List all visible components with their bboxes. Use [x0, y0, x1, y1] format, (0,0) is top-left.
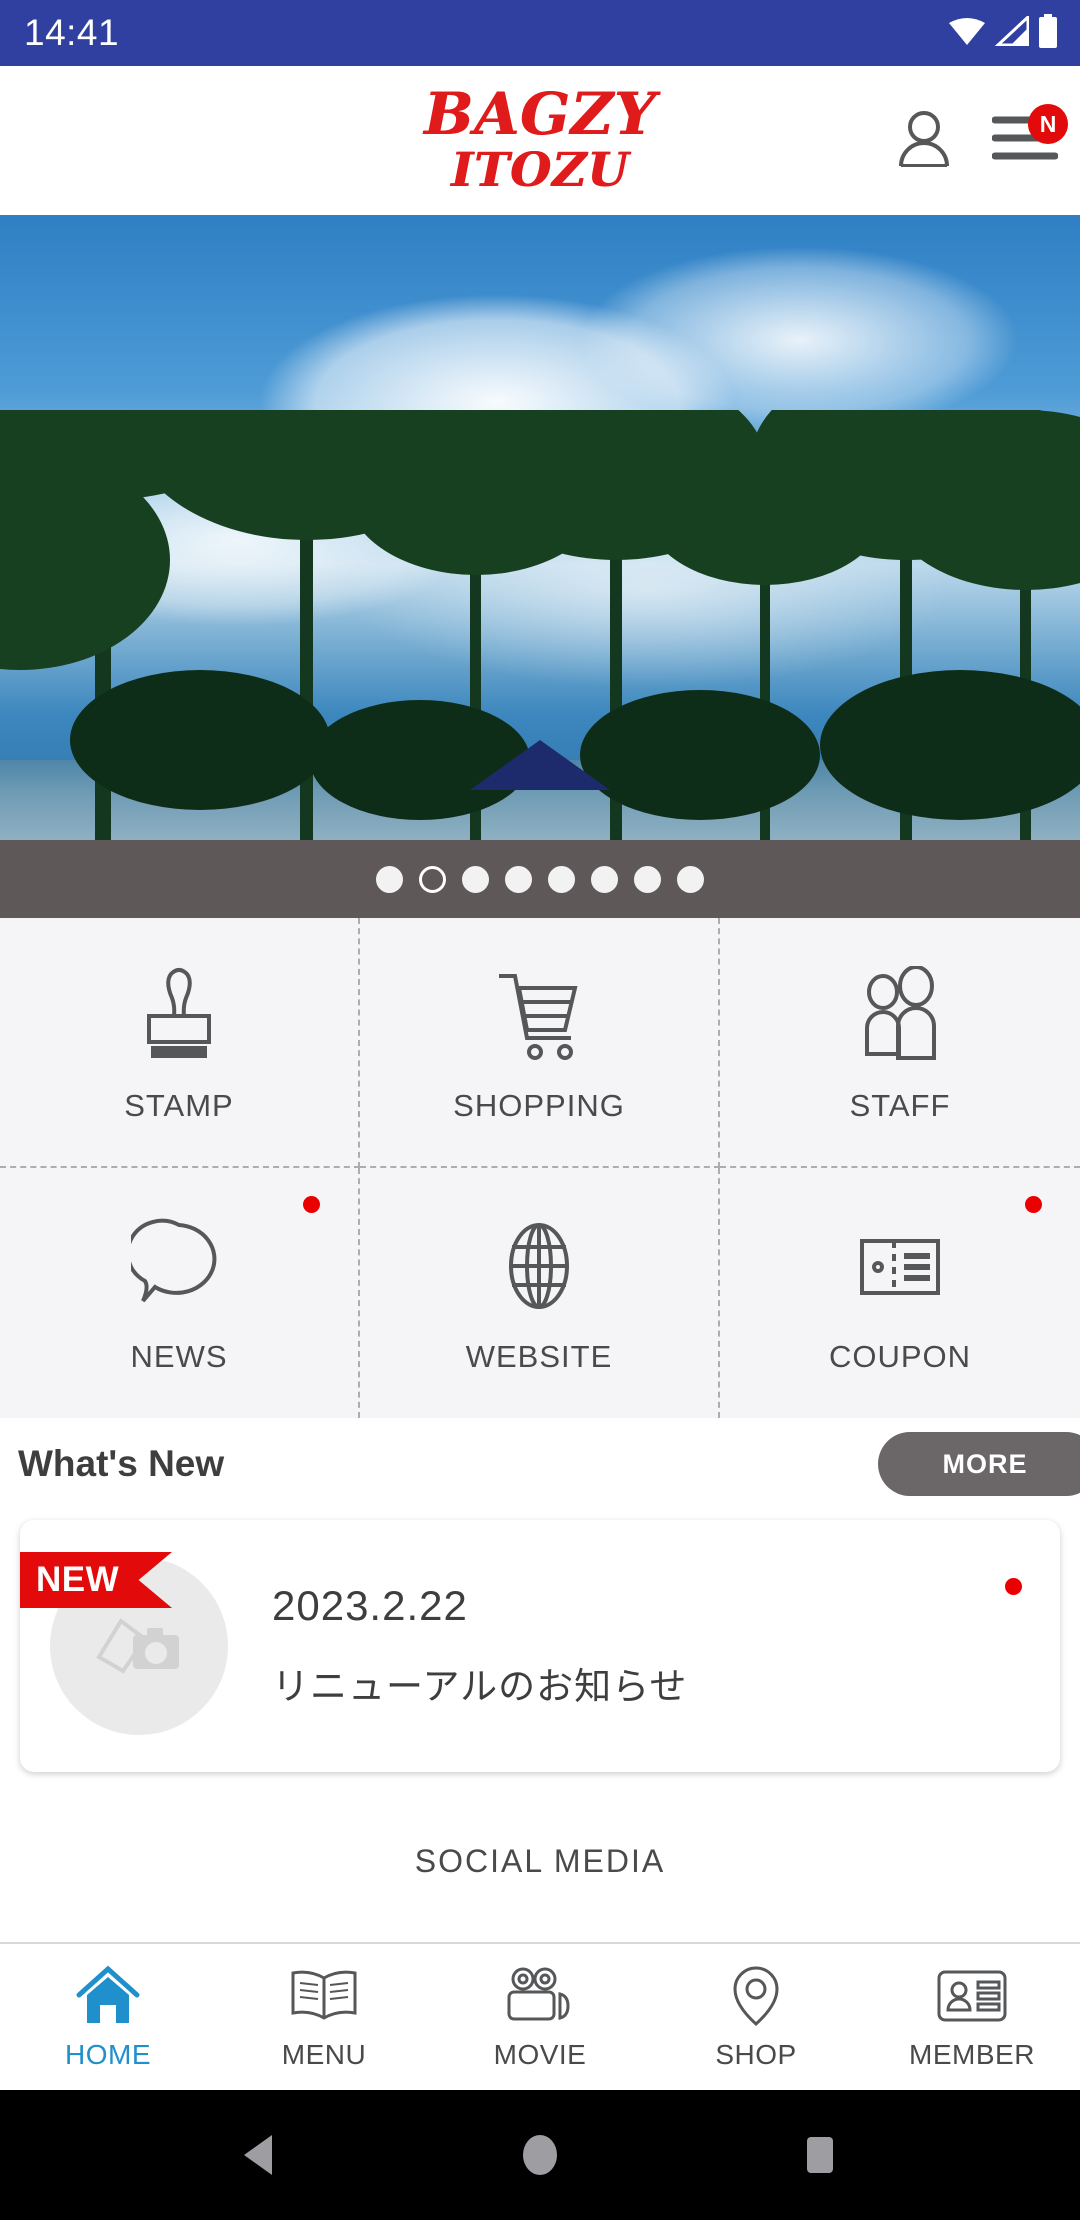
grid-item-website[interactable]: WEBSITE: [360, 1168, 720, 1418]
tab-member[interactable]: MEMBER: [864, 1944, 1080, 2090]
tab-menu[interactable]: MENU: [216, 1944, 432, 2090]
grid-item-label: STAMP: [124, 1088, 234, 1123]
grid-item-unread-badge: [303, 1196, 320, 1213]
id-card-icon: [936, 1963, 1008, 2029]
home-circle-icon[interactable]: [518, 2131, 562, 2179]
recents-square-icon[interactable]: [798, 2131, 842, 2179]
tab-label: SHOP: [715, 2039, 797, 2070]
logo-line-2: ITOZU: [450, 142, 630, 198]
whats-new-more-button[interactable]: MORE: [878, 1432, 1080, 1496]
wifi-icon: [948, 16, 986, 51]
speech-bubble-icon: [131, 1211, 227, 1321]
hero-palm-trees: [0, 410, 1080, 840]
tab-label: MENU: [281, 2039, 367, 2070]
quick-links-grid: STAMP SHOPPING STAFF NEWS WEBSITE COUPON: [0, 918, 1080, 1418]
grid-item-news[interactable]: NEWS: [0, 1168, 360, 1418]
logo-line-1: BAGZY: [423, 79, 657, 148]
app-root: 14:41 BAGZY ITOZU N STAMP SHOPPING STAFF…: [0, 0, 1080, 2220]
home-icon: [75, 1963, 141, 2029]
grid-item-stamp[interactable]: STAMP: [0, 918, 360, 1168]
back-triangle-icon[interactable]: [238, 2131, 282, 2179]
tab-label: MEMBER: [909, 2039, 1035, 2070]
whats-new-list: NEW 2023.2.22 リニューアルのお知らせ: [0, 1510, 1080, 1780]
tab-label: HOME: [65, 2039, 151, 2070]
photo-placeholder-icon: [93, 1609, 185, 1684]
whats-new-title: What's New: [18, 1443, 225, 1484]
grid-item-unread-badge: [1025, 1196, 1042, 1213]
carousel-dot[interactable]: [505, 865, 532, 893]
video-camera-icon: [504, 1963, 576, 2029]
tab-shop[interactable]: SHOP: [648, 1944, 864, 2090]
status-bar-clock: 14:41: [24, 12, 120, 53]
carousel-indicator[interactable]: [0, 840, 1080, 918]
social-media-section: SOCIAL MEDIA: [0, 1780, 1080, 1942]
grid-item-shopping[interactable]: SHOPPING: [360, 918, 720, 1168]
cellular-signal-icon: [994, 13, 1030, 51]
news-item-body: 2023.2.22 リニューアルのお知らせ: [272, 1582, 687, 1710]
stamp-icon: [131, 960, 227, 1070]
person-icon: [896, 109, 952, 172]
grid-item-label: WEBSITE: [465, 1339, 613, 1374]
grid-item-label: SHOPPING: [453, 1088, 625, 1123]
menu-button[interactable]: N: [991, 104, 1068, 169]
carousel-dot[interactable]: [677, 865, 704, 893]
carousel-dot[interactable]: [634, 865, 661, 893]
shopping-cart-icon: [491, 960, 587, 1070]
carousel-dot[interactable]: [548, 865, 575, 893]
tab-movie[interactable]: MOVIE: [432, 1944, 648, 2090]
hero-carousel-image[interactable]: [0, 215, 1080, 840]
grid-item-label: NEWS: [130, 1339, 228, 1374]
carousel-dot[interactable]: [376, 865, 403, 893]
app-header: BAGZY ITOZU N: [0, 66, 1080, 215]
grid-item-label: COUPON: [828, 1339, 972, 1374]
news-list-item[interactable]: NEW 2023.2.22 リニューアルのお知らせ: [20, 1520, 1060, 1772]
status-bar: 14:41: [0, 0, 1080, 66]
grid-item-label: STAFF: [849, 1088, 951, 1123]
coupon-ticket-icon: [852, 1211, 948, 1321]
news-item-title: リニューアルのお知らせ: [272, 1665, 688, 1708]
staff-people-icon: [852, 960, 948, 1070]
news-item-unread-badge: [1005, 1578, 1022, 1595]
carousel-dot[interactable]: [462, 865, 489, 893]
globe-icon: [491, 1211, 587, 1321]
carousel-dot[interactable]: [591, 865, 618, 893]
menu-new-badge: N: [1028, 104, 1068, 144]
map-pin-icon: [730, 1963, 782, 2029]
news-item-date: 2023.2.22: [272, 1582, 468, 1629]
grid-item-coupon[interactable]: COUPON: [720, 1168, 1080, 1418]
social-media-title: SOCIAL MEDIA: [414, 1842, 666, 1879]
grid-item-staff[interactable]: STAFF: [720, 918, 1080, 1168]
tab-home[interactable]: HOME: [0, 1944, 216, 2090]
account-button[interactable]: [896, 109, 952, 172]
whats-new-header: What's New MORE: [0, 1418, 1080, 1510]
status-bar-system-icons: [948, 13, 1058, 53]
open-book-icon: [289, 1963, 359, 2029]
app-header-actions: N: [896, 66, 1068, 215]
battery-icon: [1038, 13, 1058, 53]
android-navigation-bar: [0, 2090, 1080, 2220]
bottom-tab-bar: HOME MENU MOVIE SHOP MEMBER: [0, 1942, 1080, 2090]
carousel-dot-active[interactable]: [419, 865, 446, 893]
tab-label: MOVIE: [493, 2039, 587, 2070]
